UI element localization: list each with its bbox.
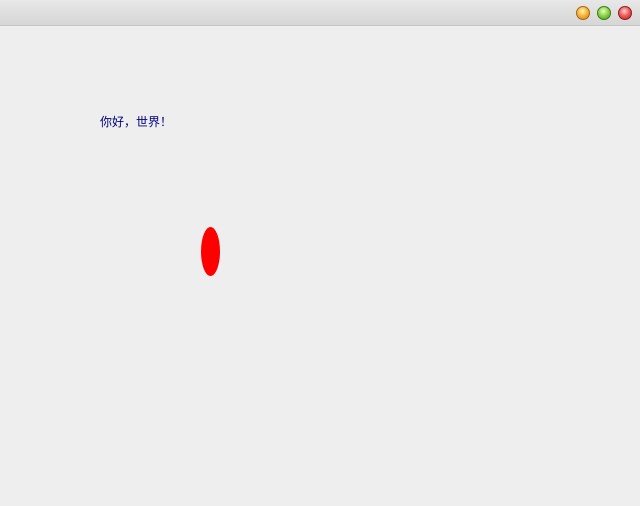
maximize-icon[interactable]	[597, 6, 611, 20]
close-icon[interactable]	[618, 6, 632, 20]
app-window: 你好，世界！	[0, 0, 640, 506]
red-ellipse	[201, 227, 220, 276]
minimize-icon[interactable]	[576, 6, 590, 20]
greeting-text: 你好，世界！	[100, 115, 173, 129]
canvas-area: 你好，世界！	[0, 26, 640, 506]
title-bar[interactable]	[0, 0, 640, 26]
